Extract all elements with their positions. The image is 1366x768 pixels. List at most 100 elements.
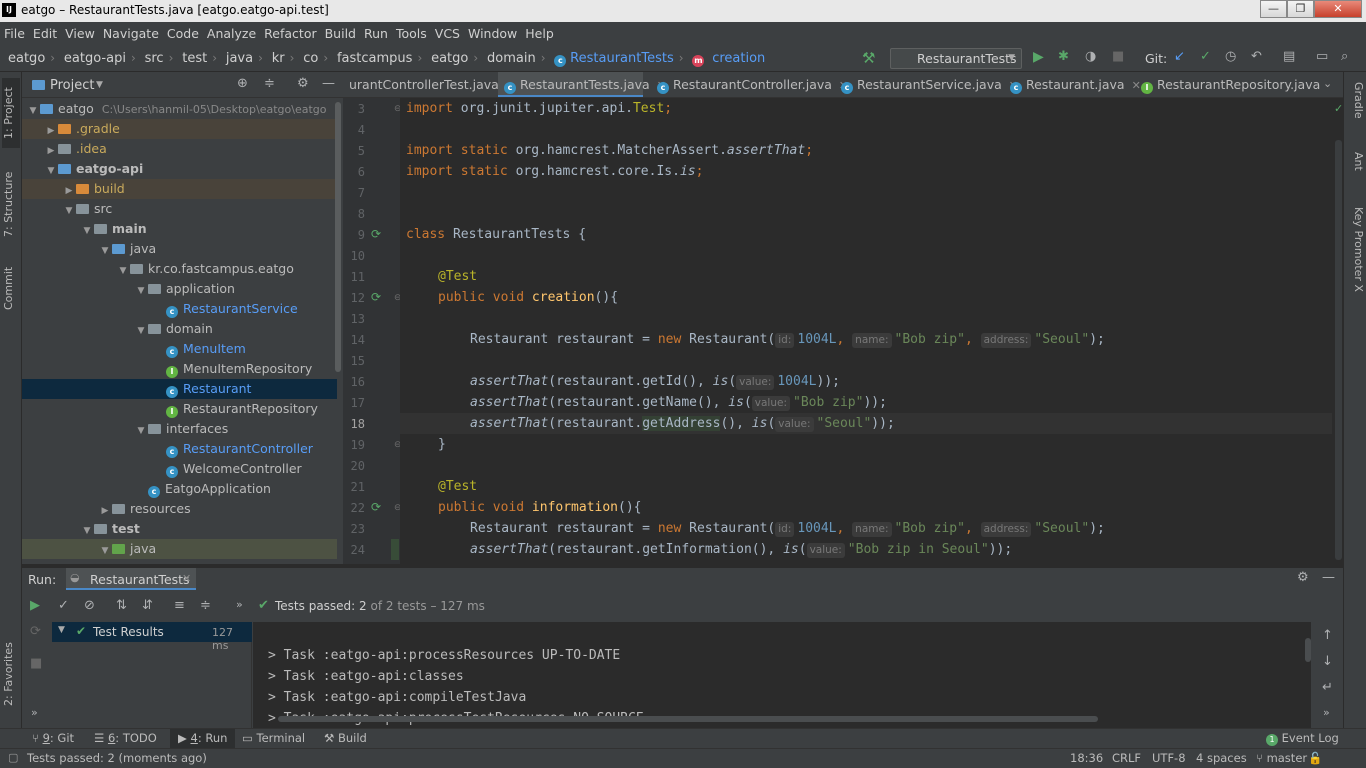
tree-item[interactable]: c MenuItem [22,339,337,359]
chevron-down-icon[interactable]: ▼ [98,241,112,259]
status-message[interactable]: Tests passed: 2 (moments ago) [27,751,207,765]
git-branch[interactable]: ⑂ master [1256,751,1307,765]
menu-help[interactable]: Help [521,22,558,46]
collapse-all-icon[interactable]: ≑ [200,598,211,613]
run-gutter-icon[interactable]: ⟳ [371,227,381,241]
tab-key-promoter[interactable]: Key Promoter X [1347,207,1365,307]
sort-alpha-icon[interactable]: ⇅ [116,598,127,613]
test-results-row[interactable]: ▼ ✔ Test Results 127 ms [52,622,252,652]
crumb-creation[interactable]: creation [712,47,765,71]
tab-restaurantcontroller[interactable]: c RestaurantController.java✕ [651,72,848,97]
more-icon[interactable]: » [1323,706,1330,719]
console-vscrollbar[interactable] [1305,638,1311,662]
tree-item[interactable]: I MenuItemRepository [22,359,337,379]
chevron-right-icon[interactable]: ▶ [44,141,58,159]
tree-item[interactable]: ▶ .idea [22,139,337,159]
tree-item[interactable]: ▼ java [22,239,337,259]
tree-item[interactable]: ▼ test [22,519,337,539]
scroll-down-icon[interactable]: ↓ [1322,654,1333,669]
lock-icon[interactable]: 🔓 [1308,751,1322,765]
run-icon[interactable]: ▶ [1033,49,1044,65]
tree-item[interactable]: c Restaurant [22,379,337,399]
tree-item[interactable]: ▼ java [22,539,337,559]
tree-item[interactable]: ▼ interfaces [22,419,337,439]
stop-icon[interactable]: ■ [1112,49,1124,64]
tree-item[interactable]: I RestaurantRepository [22,399,337,419]
tab-commit-toolwindow[interactable]: Commit [2,258,20,318]
git-commit-icon[interactable]: ✓ [1200,49,1211,64]
chevron-down-icon[interactable]: ▼ [44,161,58,179]
gear-icon[interactable]: ⚙ [1297,570,1309,585]
crumb-eatgo-api[interactable]: eatgo-api [64,47,126,71]
menu-analyze[interactable]: Analyze [203,22,260,46]
search-icon[interactable]: ⌕ [1341,49,1348,64]
crumb-restauranttests[interactable]: RestaurantTests [570,47,674,71]
tree-item[interactable]: ▼ src [22,199,337,219]
tree-item[interactable]: c WelcomeController [22,459,337,479]
menu-navigate[interactable]: Navigate [99,22,163,46]
tab-ant[interactable]: Ant [1347,152,1365,192]
chevron-down-icon[interactable]: ▼ [134,421,148,439]
sort-duration-icon[interactable]: ⇵ [142,598,153,613]
tree-item[interactable]: ▼ eatgo C:\Users\hanmil-05\Desktop\eatgo\e… [22,99,337,119]
git-update-icon[interactable]: ↙ [1174,49,1185,64]
tree-scrollbar[interactable] [335,102,341,372]
run-config-select[interactable]: RestaurantTests ▼ [890,48,1022,69]
tab-restauranttests[interactable]: c RestaurantTests.java✕ [498,72,666,97]
tab-event-log[interactable]: 1 Event Log [1266,731,1339,746]
history-icon[interactable]: ◷ [1225,49,1236,64]
collapse-all-icon[interactable]: ≑ [264,76,275,91]
more-icon[interactable]: » [31,706,38,719]
chevron-right-icon[interactable]: ▶ [98,501,112,519]
project-panel-title[interactable]: Project [50,78,94,93]
crumb-kr[interactable]: kr [272,47,285,71]
chevron-down-icon[interactable]: ▼ [80,521,94,539]
chevron-down-icon[interactable]: ▼ [80,221,94,239]
tab-run-restauranttests[interactable]: ◒ RestaurantTests ✕ [66,568,196,590]
chevron-down-icon[interactable]: ▼ [98,541,112,559]
expand-all-icon[interactable]: ≡ [174,598,185,613]
tab-structure-toolwindow[interactable]: 7: Structure [2,164,20,244]
tree-item[interactable]: ▼ kr.co.fastcampus.eatgo [22,259,337,279]
indent-setting[interactable]: 4 spaces [1196,751,1247,765]
tabs-overflow-icon[interactable]: ⌄ [1323,77,1332,90]
chevron-right-icon[interactable]: ▶ [62,181,76,199]
tab-build[interactable]: ⚒ Build [324,731,367,745]
chevron-down-icon[interactable]: ▼ [116,261,130,279]
editor-scrollbar[interactable]: ✓ [1332,98,1343,564]
menu-build[interactable]: Build [321,22,360,46]
tree-item[interactable]: ▼ application [22,279,337,299]
menu-refactor[interactable]: Refactor [260,22,320,46]
crumb-test[interactable]: test [182,47,207,71]
scroll-thumb[interactable] [1335,140,1342,560]
tab-restaurantservice[interactable]: c RestaurantService.java✕ [835,72,1018,97]
file-encoding[interactable]: UTF-8 [1152,751,1186,765]
tab-restaurantcontrollertest[interactable]: urantControllerTest.java✕ [343,72,515,97]
run-gutter-icon[interactable]: ⟳ [371,290,381,304]
tab-terminal[interactable]: ▭ Terminal [242,731,305,745]
caret-position[interactable]: 18:36 [1070,751,1103,765]
rerun-icon[interactable]: ▶ [30,598,40,613]
tree-item[interactable]: ▶ .gradle [22,119,337,139]
hide-panel-icon[interactable]: — [1322,570,1335,585]
chevron-right-icon[interactable]: ▶ [44,121,58,139]
menu-vcs[interactable]: VCS [431,22,464,46]
maximize-button[interactable]: ❐ [1287,0,1314,18]
line-separator[interactable]: CRLF [1112,751,1141,765]
inspection-ok-icon[interactable]: ✓ [1334,102,1343,115]
locate-icon[interactable]: ⊕ [237,76,248,91]
coverage-icon[interactable]: ◑ [1085,49,1096,64]
show-ignored-icon[interactable]: ⊘ [84,598,95,613]
minimize-button[interactable]: — [1260,0,1287,18]
tab-git[interactable]: ⑂ 9: Git [32,731,74,745]
tab-todo[interactable]: ☰ 6: TODO [94,731,157,745]
show-passed-icon[interactable]: ✓ [58,598,69,613]
close-icon[interactable]: ✕ [182,572,191,585]
tab-restaurantrepository[interactable]: I RestaurantRepository.java [1135,72,1320,97]
soft-wrap-icon[interactable]: ↵ [1322,680,1333,695]
chevron-down-icon[interactable]: ▼ [62,201,76,219]
crumb-eatgo[interactable]: eatgo [8,47,45,71]
tree-item[interactable]: c RestaurantController [22,439,337,459]
tab-restaurant[interactable]: c Restaurant.java ✕ [1004,72,1141,97]
crumb-domain[interactable]: domain [487,47,536,71]
